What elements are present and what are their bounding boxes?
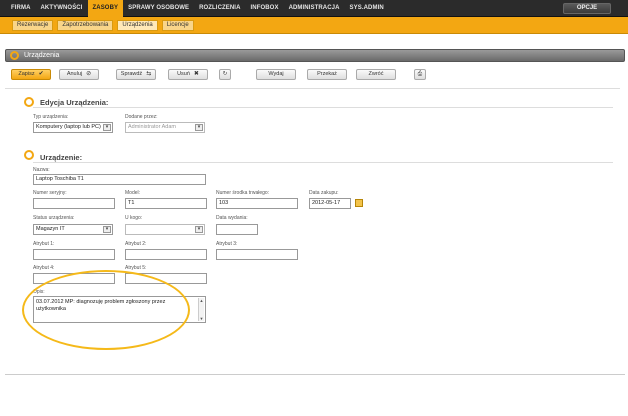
edit-section-title: Edycja Urządzenia: xyxy=(40,98,109,107)
issue-button[interactable]: Wydaj xyxy=(256,69,296,80)
issue-date-input[interactable] xyxy=(216,224,258,235)
model-label: Model: xyxy=(125,190,141,196)
attribute-5-label: Atrybut 5: xyxy=(125,265,147,271)
save-button-label: Zapisz xyxy=(18,71,35,77)
panel-header: Urządzenia xyxy=(5,49,625,62)
chevron-down-icon: ▾ xyxy=(195,124,203,131)
check-device-icon: ⇆ xyxy=(146,71,152,77)
status-value: Magazyn IT xyxy=(36,226,65,232)
refresh-icon: ↻ xyxy=(222,71,228,77)
chevron-down-icon: ▾ xyxy=(195,226,203,233)
calendar-icon[interactable] xyxy=(355,199,363,207)
chevron-down-icon: ▾ xyxy=(103,124,111,131)
chevron-down-icon: ▾ xyxy=(103,226,111,233)
added-by-value: Administrator Adam xyxy=(128,124,176,130)
transfer-button[interactable]: Przekaż xyxy=(307,69,347,80)
issue-button-label: Wydaj xyxy=(268,71,284,77)
nav-item-administracja[interactable]: ADMINISTRACJA xyxy=(284,0,345,17)
holder-select: ▾ xyxy=(125,224,205,235)
sub-nav-menu: Rezerwacje Zapotrzebowania Urządzenia Li… xyxy=(12,20,194,31)
attribute-2-label: Atrybut 2: xyxy=(125,241,147,247)
status-select[interactable]: Magazyn IT ▾ xyxy=(33,224,113,235)
purchase-date-label: Data zakupu: xyxy=(309,190,339,196)
attribute-4-input[interactable] xyxy=(33,273,115,284)
device-section-title: Urządzenie: xyxy=(40,153,83,162)
scrollbar[interactable]: ▲ ▼ xyxy=(198,298,204,321)
device-type-value: Komputery (laptop lub PC) xyxy=(36,124,101,130)
attribute-3-label: Atrybut 3: xyxy=(216,241,238,247)
asset-number-label: Numer środka trwałego: xyxy=(216,190,270,196)
section-logo-icon xyxy=(24,97,34,107)
top-nav-menu: FIRMA AKTYWNOŚCI ZASOBY SPRAWY OSOBOWE R… xyxy=(6,0,389,17)
tab-rezerwacje[interactable]: Rezerwacje xyxy=(12,20,54,31)
attribute-2-input[interactable] xyxy=(125,249,207,260)
description-label: Opis: xyxy=(33,289,45,295)
print-icon: ⎙ xyxy=(417,71,423,77)
nav-item-sprawy-osobowe[interactable]: SPRAWY OSOBOWE xyxy=(123,0,194,17)
attribute-5-input[interactable] xyxy=(125,273,207,284)
nav-item-firma[interactable]: FIRMA xyxy=(6,0,36,17)
device-section-divider xyxy=(33,162,613,163)
check-icon: ✔ xyxy=(38,71,44,77)
added-by-select: Administrator Adam ▾ xyxy=(125,122,205,133)
section-logo-icon xyxy=(24,150,34,160)
action-toolbar: Zapisz ✔ Anuluj ⊘ Sprawdź ⇆ Usuń ✖ ↻ Wydaj P… xyxy=(11,69,615,83)
nav-item-sys-admin[interactable]: SYS.ADMIN xyxy=(345,0,389,17)
options-button[interactable]: OPCJE xyxy=(563,3,611,14)
description-value: 03.07.2012 MP: diagnozuję problem zgłosz… xyxy=(36,299,166,312)
tab-zapotrzebowania[interactable]: Zapotrzebowania xyxy=(57,20,114,31)
attribute-1-label: Atrybut 1: xyxy=(33,241,55,247)
delete-button[interactable]: Usuń ✖ xyxy=(168,69,208,80)
model-input[interactable]: T1 xyxy=(125,198,207,209)
serial-input[interactable] xyxy=(33,198,115,209)
nav-item-aktywnosci[interactable]: AKTYWNOŚCI xyxy=(36,0,88,17)
attribute-4-label: Atrybut 4: xyxy=(33,265,55,271)
sub-navigation-bar: Rezerwacje Zapotrzebowania Urządzenia Li… xyxy=(0,17,628,34)
holder-label: U kogo: xyxy=(125,215,143,221)
device-type-select[interactable]: Komputery (laptop lub PC) ▾ xyxy=(33,122,113,133)
tab-urzadzenia[interactable]: Urządzenia xyxy=(117,20,158,31)
device-type-label: Typ urządzenia: xyxy=(33,114,69,120)
name-input[interactable]: Laptop Toschiba T1 xyxy=(33,174,206,185)
purchase-date-input[interactable]: 2012-05-17 xyxy=(309,198,351,209)
edit-section-divider xyxy=(33,107,613,108)
delete-icon: ✖ xyxy=(193,71,199,77)
brand-logo-icon xyxy=(10,51,19,60)
attribute-1-input[interactable] xyxy=(33,249,115,260)
top-navigation-bar: FIRMA AKTYWNOŚCI ZASOBY SPRAWY OSOBOWE R… xyxy=(0,0,628,17)
check-button[interactable]: Sprawdź ⇆ xyxy=(116,69,156,80)
attribute-3-input[interactable] xyxy=(216,249,298,260)
cancel-icon: ⊘ xyxy=(86,71,92,77)
check-button-label: Sprawdź xyxy=(120,71,143,77)
description-textarea[interactable]: 03.07.2012 MP: diagnozuję problem zgłosz… xyxy=(33,296,206,323)
refresh-button[interactable]: ↻ xyxy=(219,69,231,80)
delete-button-label: Usuń xyxy=(177,71,190,77)
nav-item-infobox[interactable]: INFOBOX xyxy=(246,0,284,17)
name-label: Nazwa: xyxy=(33,167,50,173)
print-button[interactable]: ⎙ xyxy=(414,69,426,80)
serial-label: Numer seryjny: xyxy=(33,190,67,196)
return-button-label: Zwróć xyxy=(368,71,384,77)
asset-number-input[interactable]: 103 xyxy=(216,198,298,209)
scroll-up-icon[interactable]: ▲ xyxy=(199,298,204,303)
cancel-button[interactable]: Anuluj ⊘ xyxy=(59,69,99,80)
scroll-down-icon[interactable]: ▼ xyxy=(199,316,204,321)
save-button[interactable]: Zapisz ✔ xyxy=(11,69,51,80)
nav-item-zasoby[interactable]: ZASOBY xyxy=(87,0,124,17)
page-title: Urządzenia xyxy=(24,52,60,59)
tab-licencje[interactable]: Licencje xyxy=(161,20,194,31)
status-label: Status urządzenia: xyxy=(33,215,75,221)
nav-item-rozliczenia[interactable]: ROZLICZENIA xyxy=(194,0,245,17)
panel-bottom-divider xyxy=(5,374,625,375)
cancel-button-label: Anuluj xyxy=(66,71,83,77)
added-by-label: Dodane przez: xyxy=(125,114,158,120)
toolbar-divider xyxy=(5,88,620,89)
transfer-button-label: Przekaż xyxy=(317,71,337,77)
issue-date-label: Data wydania: xyxy=(216,215,248,221)
return-button[interactable]: Zwróć xyxy=(356,69,396,80)
